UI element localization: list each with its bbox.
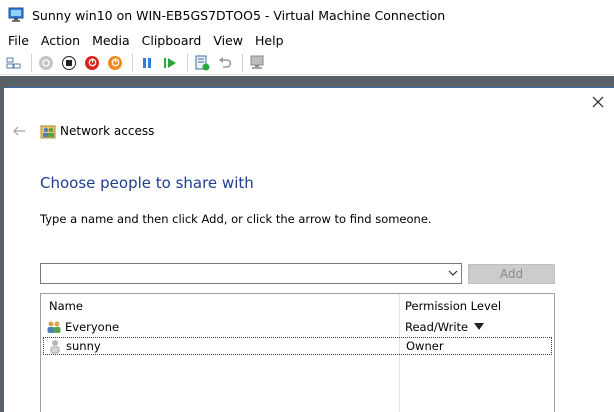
row-permission-cell: Owner (406, 339, 444, 353)
enhanced-session-icon (250, 55, 264, 69)
checkpoint-button[interactable] (192, 53, 212, 73)
row-permission: Read/Write (405, 320, 469, 334)
share-table: Name Permission Level Everyone Read/Writ… (40, 293, 555, 412)
checkpoint-icon (195, 55, 210, 70)
toolbar (0, 51, 614, 75)
pause-button[interactable] (137, 53, 157, 73)
row-name: Everyone (65, 320, 120, 334)
toolbar-separator (31, 53, 32, 72)
ctrl-alt-del-button[interactable] (4, 53, 24, 73)
chevron-down-icon[interactable] (447, 267, 459, 279)
row-name-cell: sunny (47, 338, 101, 354)
row-permission: Owner (406, 339, 444, 353)
start-icon (39, 55, 53, 70)
add-button[interactable]: Add (468, 264, 555, 284)
name-combobox[interactable] (40, 263, 462, 284)
column-header-permission[interactable]: Permission Level (405, 294, 501, 318)
save-icon (108, 55, 122, 70)
ctrl-alt-del-icon (6, 57, 21, 68)
enhanced-session-button[interactable] (247, 53, 267, 73)
column-header-name[interactable]: Name (49, 294, 83, 318)
wizard-header: Network access (40, 123, 154, 139)
menu-view[interactable]: View (207, 33, 249, 48)
toolbar-separator (242, 53, 243, 72)
shut-down-icon (85, 55, 99, 70)
permission-dropdown-icon[interactable] (474, 323, 485, 331)
row-permission-cell[interactable]: Read/Write (405, 320, 485, 334)
start-button[interactable] (36, 53, 56, 73)
menu-bar: File Action Media Clipboard View Help (0, 30, 614, 50)
window-title: Sunny win10 on WIN-EB5GS7DTOO5 - Virtual… (32, 7, 446, 23)
row-name-cell: Everyone (46, 319, 119, 335)
revert-button[interactable] (215, 53, 235, 73)
instruction-text: Type a name and then click Add, or click… (40, 212, 432, 226)
wizard-title: Network access (60, 124, 155, 138)
vm-connection-icon (8, 7, 24, 22)
page-heading: Choose people to share with (40, 174, 254, 192)
menu-action[interactable]: Action (35, 33, 86, 48)
turn-off-icon (62, 55, 76, 70)
menu-file[interactable]: File (0, 33, 35, 48)
title-bar: Sunny win10 on WIN-EB5GS7DTOO5 - Virtual… (0, 0, 614, 30)
network-access-dialog: Network access Choose people to share wi… (4, 87, 614, 412)
close-icon[interactable] (590, 94, 606, 110)
network-users-icon (40, 125, 56, 139)
revert-icon (219, 56, 232, 68)
turn-off-button[interactable] (59, 53, 79, 73)
user-icon (50, 340, 60, 354)
table-row-selected[interactable]: sunny Owner (43, 337, 552, 355)
menu-clipboard[interactable]: Clipboard (136, 33, 208, 48)
pause-icon (143, 57, 151, 68)
menu-media[interactable]: Media (86, 33, 136, 48)
toolbar-separator (132, 53, 133, 72)
save-button[interactable] (105, 53, 125, 73)
shut-down-button[interactable] (82, 53, 102, 73)
reset-icon (164, 57, 176, 68)
toolbar-separator (187, 53, 188, 72)
back-arrow-icon[interactable] (12, 125, 26, 137)
menu-help[interactable]: Help (249, 33, 290, 48)
table-row[interactable]: Everyone Read/Write (43, 318, 552, 336)
reset-button[interactable] (160, 53, 180, 73)
group-users-icon (47, 321, 61, 333)
row-name: sunny (66, 339, 101, 353)
